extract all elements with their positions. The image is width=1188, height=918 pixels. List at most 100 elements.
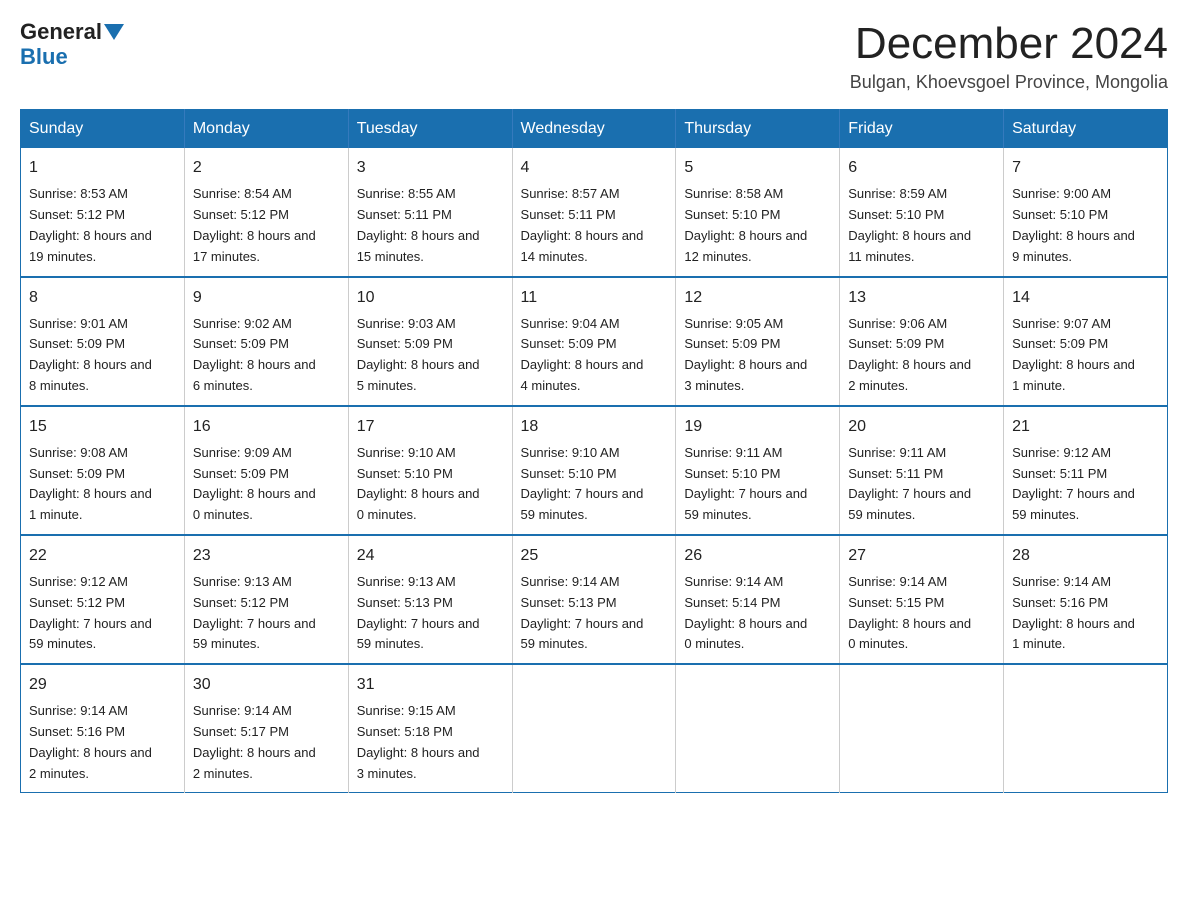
- day-number: 6: [848, 156, 995, 180]
- calendar-cell: 10 Sunrise: 9:03 AMSunset: 5:09 PMDayligh…: [348, 277, 512, 406]
- day-number: 29: [29, 673, 176, 697]
- day-info: Sunrise: 9:08 AMSunset: 5:09 PMDaylight:…: [29, 443, 176, 526]
- day-number: 16: [193, 415, 340, 439]
- calendar-cell: 14Sunrise: 9:07 AMSunset: 5:09 PMDayligh…: [1004, 277, 1168, 406]
- calendar-cell: 4 Sunrise: 8:57 AMSunset: 5:11 PMDaylight…: [512, 148, 676, 276]
- day-info: Sunrise: 9:01 AMSunset: 5:09 PMDaylight:…: [29, 314, 176, 397]
- day-number: 27: [848, 544, 995, 568]
- calendar-cell: [512, 664, 676, 793]
- day-info: Sunrise: 9:02 AMSunset: 5:09 PMDaylight:…: [193, 314, 340, 397]
- calendar-cell: 2Sunrise: 8:54 AMSunset: 5:12 PMDaylight…: [184, 148, 348, 276]
- day-info: Sunrise: 8:57 AMSunset: 5:11 PMDaylight:…: [521, 184, 668, 267]
- day-number: 4: [521, 156, 668, 180]
- page-header: General Blue December 2024 Bulgan, Khoev…: [20, 20, 1168, 93]
- calendar-week-row: 8 Sunrise: 9:01 AMSunset: 5:09 PMDaylight…: [21, 277, 1168, 406]
- day-number: 5: [684, 156, 831, 180]
- day-info: Sunrise: 9:09 AMSunset: 5:09 PMDaylight:…: [193, 443, 340, 526]
- calendar-cell: 12 Sunrise: 9:05 AMSunset: 5:09 PMDayligh…: [676, 277, 840, 406]
- calendar-cell: 19Sunrise: 9:11 AMSunset: 5:10 PMDayligh…: [676, 406, 840, 535]
- day-info: Sunrise: 9:13 AMSunset: 5:12 PMDaylight:…: [193, 572, 340, 655]
- calendar-week-row: 15Sunrise: 9:08 AMSunset: 5:09 PMDayligh…: [21, 406, 1168, 535]
- calendar-cell: 31 Sunrise: 9:15 AMSunset: 5:18 PMDayligh…: [348, 664, 512, 793]
- day-number: 25: [521, 544, 668, 568]
- day-number: 23: [193, 544, 340, 568]
- day-number: 1: [29, 156, 176, 180]
- subtitle: Bulgan, Khoevsgoel Province, Mongolia: [850, 72, 1168, 93]
- day-number: 18: [521, 415, 668, 439]
- day-info: Sunrise: 9:14 AMSunset: 5:16 PMDaylight:…: [29, 701, 176, 784]
- day-info: Sunrise: 9:12 AMSunset: 5:11 PMDaylight:…: [1012, 443, 1159, 526]
- day-info: Sunrise: 9:03 AMSunset: 5:09 PMDaylight:…: [357, 314, 504, 397]
- calendar-week-row: 29 Sunrise: 9:14 AMSunset: 5:16 PMDayligh…: [21, 664, 1168, 793]
- day-info: Sunrise: 9:11 AMSunset: 5:11 PMDaylight:…: [848, 443, 995, 526]
- day-number: 10: [357, 286, 504, 310]
- day-info: Sunrise: 9:10 AMSunset: 5:10 PMDaylight:…: [521, 443, 668, 526]
- weekday-header-tuesday: Tuesday: [348, 110, 512, 149]
- weekday-header-saturday: Saturday: [1004, 110, 1168, 149]
- day-info: Sunrise: 9:12 AMSunset: 5:12 PMDaylight:…: [29, 572, 176, 655]
- day-info: Sunrise: 9:00 AMSunset: 5:10 PMDaylight:…: [1012, 184, 1159, 267]
- calendar-header: SundayMondayTuesdayWednesdayThursdayFrid…: [21, 110, 1168, 149]
- day-info: Sunrise: 9:13 AMSunset: 5:13 PMDaylight:…: [357, 572, 504, 655]
- calendar-cell: 8 Sunrise: 9:01 AMSunset: 5:09 PMDaylight…: [21, 277, 185, 406]
- day-number: 11: [521, 286, 668, 310]
- weekday-header-monday: Monday: [184, 110, 348, 149]
- day-number: 9: [193, 286, 340, 310]
- day-number: 2: [193, 156, 340, 180]
- day-number: 14: [1012, 286, 1159, 310]
- calendar-table: SundayMondayTuesdayWednesdayThursdayFrid…: [20, 109, 1168, 793]
- day-info: Sunrise: 8:55 AMSunset: 5:11 PMDaylight:…: [357, 184, 504, 267]
- calendar-cell: 7Sunrise: 9:00 AMSunset: 5:10 PMDaylight…: [1004, 148, 1168, 276]
- day-info: Sunrise: 9:14 AMSunset: 5:17 PMDaylight:…: [193, 701, 340, 784]
- day-info: Sunrise: 9:15 AMSunset: 5:18 PMDaylight:…: [357, 701, 504, 784]
- day-number: 17: [357, 415, 504, 439]
- calendar-cell: 29 Sunrise: 9:14 AMSunset: 5:16 PMDayligh…: [21, 664, 185, 793]
- day-number: 24: [357, 544, 504, 568]
- calendar-cell: 25Sunrise: 9:14 AMSunset: 5:13 PMDayligh…: [512, 535, 676, 664]
- day-number: 12: [684, 286, 831, 310]
- calendar-cell: 11 Sunrise: 9:04 AMSunset: 5:09 PMDayligh…: [512, 277, 676, 406]
- calendar-cell: 6 Sunrise: 8:59 AMSunset: 5:10 PMDaylight…: [840, 148, 1004, 276]
- day-number: 21: [1012, 415, 1159, 439]
- calendar-cell: 1 Sunrise: 8:53 AMSunset: 5:12 PMDaylight…: [21, 148, 185, 276]
- calendar-cell: 27Sunrise: 9:14 AMSunset: 5:15 PMDayligh…: [840, 535, 1004, 664]
- day-info: Sunrise: 8:53 AMSunset: 5:12 PMDaylight:…: [29, 184, 176, 267]
- weekday-header-friday: Friday: [840, 110, 1004, 149]
- day-number: 20: [848, 415, 995, 439]
- calendar-body: 1 Sunrise: 8:53 AMSunset: 5:12 PMDaylight…: [21, 148, 1168, 792]
- logo-blue: Blue: [20, 44, 68, 69]
- calendar-cell: [1004, 664, 1168, 793]
- logo-arrow-icon: [104, 24, 124, 40]
- page-title: December 2024: [850, 20, 1168, 68]
- day-number: 28: [1012, 544, 1159, 568]
- weekday-header-sunday: Sunday: [21, 110, 185, 149]
- calendar-cell: [676, 664, 840, 793]
- logo: General Blue: [20, 20, 126, 70]
- day-number: 22: [29, 544, 176, 568]
- calendar-cell: 24 Sunrise: 9:13 AMSunset: 5:13 PMDayligh…: [348, 535, 512, 664]
- calendar-cell: 17 Sunrise: 9:10 AMSunset: 5:10 PMDayligh…: [348, 406, 512, 535]
- day-number: 8: [29, 286, 176, 310]
- day-number: 3: [357, 156, 504, 180]
- calendar-cell: 26Sunrise: 9:14 AMSunset: 5:14 PMDayligh…: [676, 535, 840, 664]
- calendar-week-row: 1 Sunrise: 8:53 AMSunset: 5:12 PMDaylight…: [21, 148, 1168, 276]
- calendar-cell: 21 Sunrise: 9:12 AMSunset: 5:11 PMDayligh…: [1004, 406, 1168, 535]
- calendar-cell: 18 Sunrise: 9:10 AMSunset: 5:10 PMDayligh…: [512, 406, 676, 535]
- day-info: Sunrise: 9:14 AMSunset: 5:16 PMDaylight:…: [1012, 572, 1159, 655]
- calendar-cell: 30 Sunrise: 9:14 AMSunset: 5:17 PMDayligh…: [184, 664, 348, 793]
- day-number: 13: [848, 286, 995, 310]
- day-number: 30: [193, 673, 340, 697]
- calendar-cell: 16 Sunrise: 9:09 AMSunset: 5:09 PMDayligh…: [184, 406, 348, 535]
- day-number: 31: [357, 673, 504, 697]
- calendar-cell: 3 Sunrise: 8:55 AMSunset: 5:11 PMDaylight…: [348, 148, 512, 276]
- weekday-header-row: SundayMondayTuesdayWednesdayThursdayFrid…: [21, 110, 1168, 149]
- day-info: Sunrise: 9:05 AMSunset: 5:09 PMDaylight:…: [684, 314, 831, 397]
- title-area: December 2024 Bulgan, Khoevsgoel Provinc…: [850, 20, 1168, 93]
- day-info: Sunrise: 8:59 AMSunset: 5:10 PMDaylight:…: [848, 184, 995, 267]
- day-info: Sunrise: 8:58 AMSunset: 5:10 PMDaylight:…: [684, 184, 831, 267]
- day-info: Sunrise: 9:06 AMSunset: 5:09 PMDaylight:…: [848, 314, 995, 397]
- day-info: Sunrise: 9:04 AMSunset: 5:09 PMDaylight:…: [521, 314, 668, 397]
- day-info: Sunrise: 9:10 AMSunset: 5:10 PMDaylight:…: [357, 443, 504, 526]
- calendar-cell: 15Sunrise: 9:08 AMSunset: 5:09 PMDayligh…: [21, 406, 185, 535]
- calendar-cell: 9 Sunrise: 9:02 AMSunset: 5:09 PMDaylight…: [184, 277, 348, 406]
